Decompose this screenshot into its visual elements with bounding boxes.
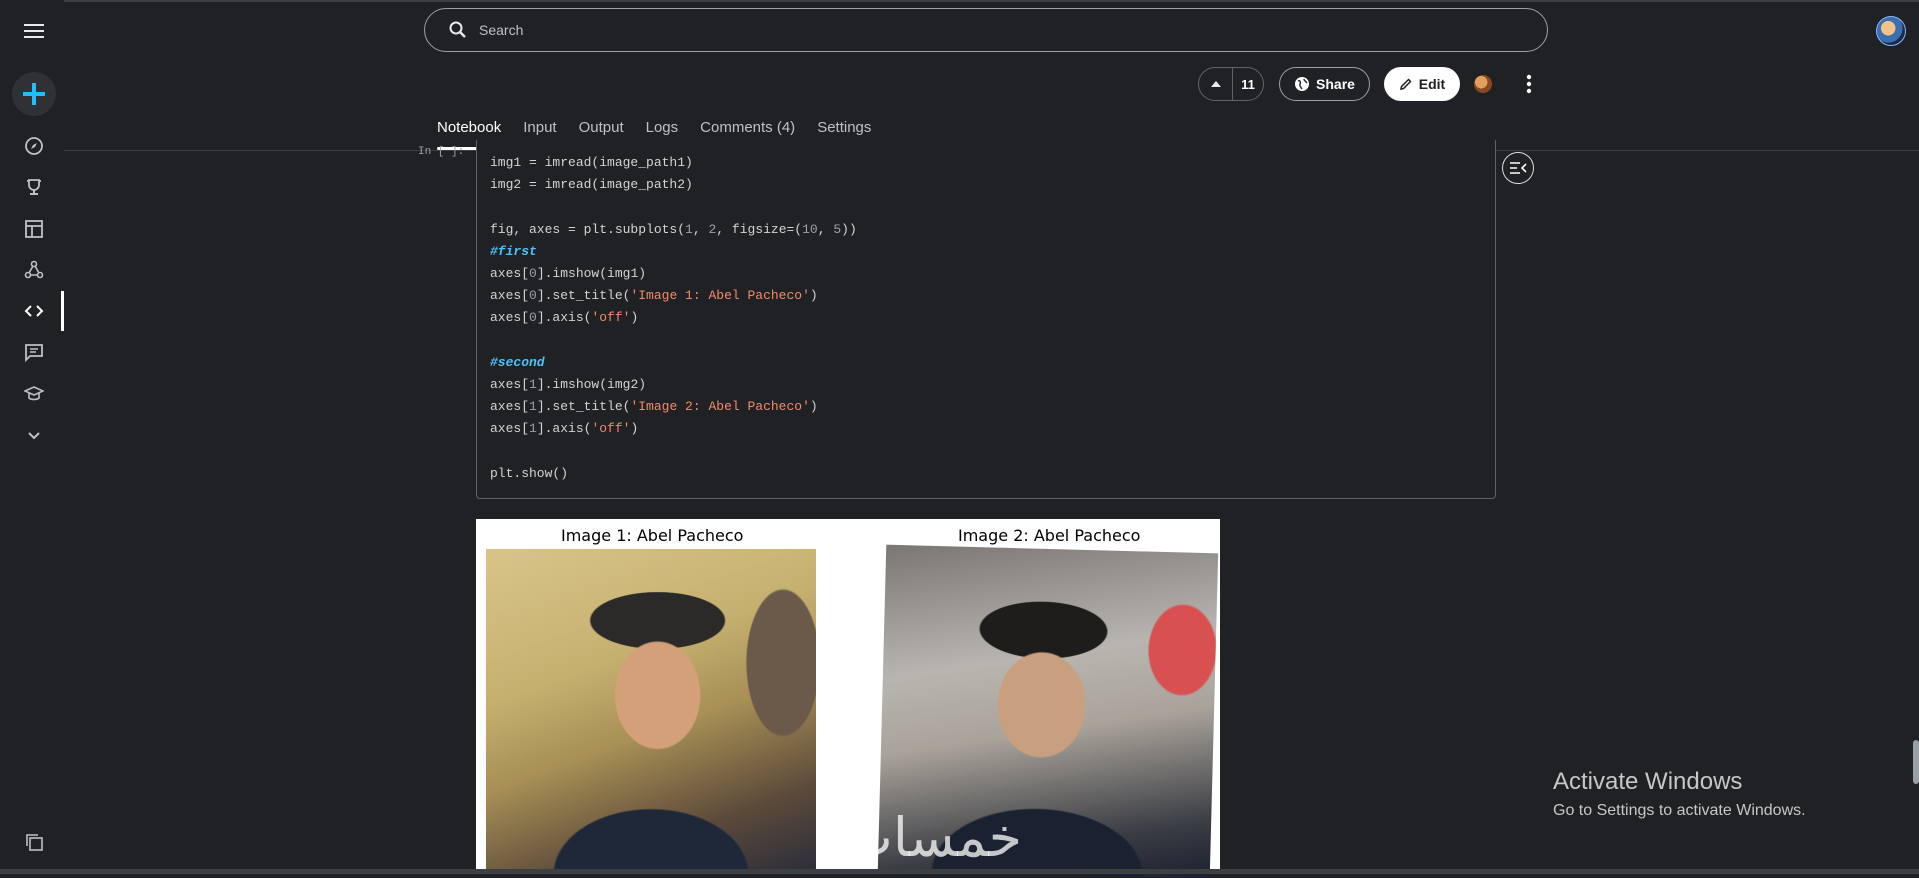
- left-sidebar: [0, 0, 64, 874]
- figure-title-1: Image 1: Abel Pacheco: [561, 526, 744, 545]
- code-string: 'Image 2: Abel Pacheco': [630, 399, 810, 415]
- share-button[interactable]: Share: [1279, 67, 1370, 101]
- code-number: 0: [529, 310, 537, 326]
- code-line: img2 = imread(image_path2): [490, 174, 857, 196]
- code-text: ].imshow(img2): [536, 376, 647, 392]
- code-line: img1 = imread(image_path1): [490, 152, 857, 174]
- code-line: axes[1].imshow(img2): [490, 374, 857, 396]
- code-string: 'off': [591, 310, 631, 326]
- code-text: ): [630, 421, 639, 437]
- code-line: fig, axes = plt.subplots(1, 2, figsize=(…: [490, 219, 857, 241]
- vote-count: 11: [1241, 76, 1255, 92]
- create-button[interactable]: [12, 72, 56, 116]
- kebab-icon: [1526, 74, 1532, 94]
- chevron-down-icon[interactable]: [20, 421, 48, 449]
- code-line: axes[1].axis('off'): [490, 418, 857, 440]
- code-text: ].axis(: [536, 421, 592, 437]
- avatar[interactable]: [1876, 16, 1906, 46]
- activate-windows-notice: Activate Windows Go to Settings to activ…: [1553, 768, 1806, 820]
- code-line: axes[1].set_title('Image 2: Abel Pacheco…: [490, 396, 857, 418]
- cell-execution-label: In [ ]:: [418, 146, 465, 158]
- code-text: ].set_title(: [536, 288, 631, 304]
- code-text: axes[: [490, 399, 530, 415]
- menu-icon[interactable]: [20, 17, 48, 45]
- code-text: axes[: [490, 421, 530, 437]
- code-number: 1: [529, 399, 537, 415]
- learn-icon[interactable]: [20, 380, 48, 408]
- code-icon[interactable]: [20, 297, 48, 325]
- collaborator-avatar[interactable]: [1474, 75, 1492, 93]
- activate-subtitle: Go to Settings to activate Windows.: [1553, 802, 1806, 819]
- code-text: ,: [817, 221, 834, 237]
- code-comment: #second: [490, 354, 545, 370]
- table-icon[interactable]: [20, 215, 48, 243]
- code-text: ].axis(: [536, 310, 592, 326]
- more-options-button[interactable]: [1517, 72, 1541, 96]
- plus-icon: [23, 83, 45, 105]
- code-number: 0: [529, 265, 537, 281]
- code-line: #second: [490, 352, 857, 374]
- edit-label: Edit: [1418, 76, 1446, 92]
- code-text: ,: [692, 221, 709, 237]
- code-text: ): [630, 310, 639, 326]
- search-bar[interactable]: [424, 8, 1548, 52]
- edit-button[interactable]: Edit: [1384, 67, 1460, 101]
- search-icon: [449, 21, 466, 38]
- share-label: Share: [1316, 76, 1355, 92]
- code-line: #first: [490, 241, 857, 263]
- compass-icon[interactable]: [20, 132, 48, 160]
- code-string: 'off': [591, 421, 631, 437]
- collapse-sidebar-icon: [1510, 162, 1527, 174]
- code-comment: #first: [490, 243, 537, 259]
- code-text: plt.show(): [490, 465, 569, 481]
- code-text: ].set_title(: [536, 399, 631, 415]
- code-number: 0: [529, 288, 537, 304]
- code-number: 10: [802, 221, 818, 237]
- code-text: axes[: [490, 265, 530, 281]
- code-text: ): [809, 288, 818, 304]
- face-image-1: [486, 549, 816, 874]
- upvote-group: 11: [1198, 67, 1264, 101]
- pencil-icon: [1399, 78, 1412, 90]
- models-icon[interactable]: [20, 256, 48, 284]
- code-content: img1 = imread(image_path1) img2 = imread…: [490, 152, 857, 485]
- globe-icon: [1295, 77, 1310, 91]
- upvote-button[interactable]: [1199, 68, 1233, 100]
- code-text: axes[: [490, 310, 530, 326]
- code-number: 1: [685, 221, 693, 237]
- code-text: img2 = imread(image_path2): [490, 177, 693, 193]
- code-text: axes[: [490, 288, 530, 304]
- code-text: )): [841, 221, 857, 237]
- code-text: axes[: [490, 376, 530, 392]
- scrollbar-thumb[interactable]: [1913, 740, 1919, 784]
- code-number: 1: [529, 421, 537, 437]
- code-line: axes[0].imshow(img1): [490, 263, 857, 285]
- copy-icon[interactable]: [20, 828, 48, 856]
- code-text: ].imshow(img1): [536, 265, 647, 281]
- code-line: plt.show(): [490, 463, 857, 485]
- trophy-icon[interactable]: [20, 173, 48, 201]
- code-line: axes[0].set_title('Image 1: Abel Pacheco…: [490, 285, 857, 307]
- code-number: 1: [529, 376, 537, 392]
- search-input[interactable]: [477, 21, 1381, 39]
- activate-title: Activate Windows: [1553, 768, 1743, 795]
- bottom-border: [0, 869, 1919, 874]
- code-line: axes[0].axis('off'): [490, 307, 857, 329]
- upvote-icon: [1210, 81, 1221, 87]
- top-border: [0, 0, 1919, 2]
- watermark-logo: خمسات: [842, 806, 1023, 869]
- code-text: fig, axes = plt.subplots(: [490, 221, 686, 237]
- code-number: 5: [833, 221, 842, 237]
- code-text: img1 = imread(image_path1): [490, 155, 693, 170]
- code-text: , figsize=(: [716, 221, 803, 237]
- active-indicator: [61, 291, 64, 331]
- discussion-icon[interactable]: [20, 338, 48, 366]
- collapse-sidebar-button[interactable]: [1502, 152, 1534, 184]
- code-text: ): [809, 399, 818, 415]
- figure-title-2: Image 2: Abel Pacheco: [958, 526, 1141, 545]
- code-string: 'Image 1: Abel Pacheco': [630, 288, 810, 304]
